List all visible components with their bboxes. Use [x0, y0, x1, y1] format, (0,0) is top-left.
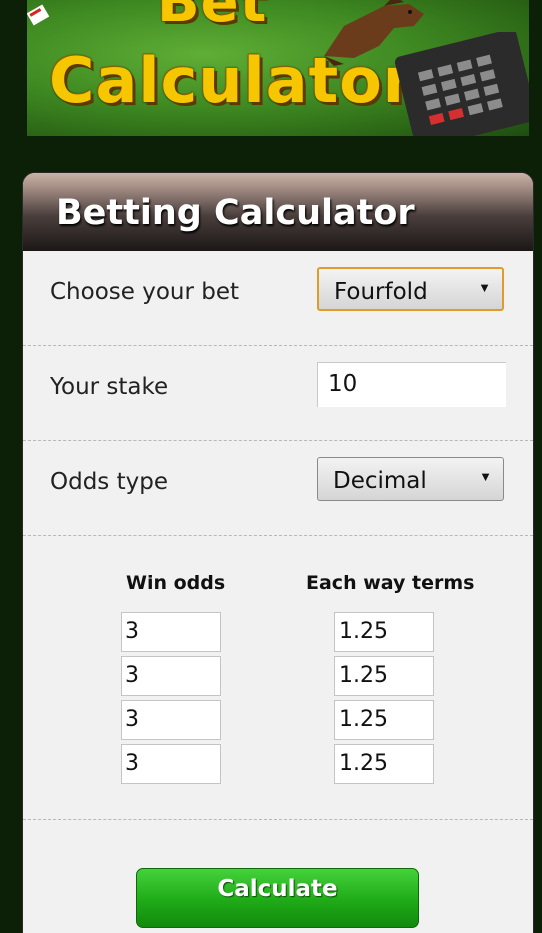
panel-header: Betting Calculator: [23, 173, 533, 251]
win-odds-input-3[interactable]: 3: [121, 700, 221, 740]
win-odds-input-4[interactable]: 3: [121, 744, 221, 784]
selections-section: Win odds Each way terms 3 1.25 3 1.25 3 …: [23, 536, 533, 820]
bet-type-select[interactable]: Fourfold ▼: [317, 267, 504, 311]
each-way-input-2[interactable]: 1.25: [334, 656, 434, 696]
odds-type-value: Decimal: [333, 468, 427, 494]
stake-label: Your stake: [50, 374, 169, 400]
each-way-input-1[interactable]: 1.25: [334, 612, 434, 652]
each-way-input-3[interactable]: 1.25: [334, 700, 434, 740]
betting-calculator-panel: Betting Calculator Choose your bet Fourf…: [23, 173, 533, 933]
win-odds-input-2[interactable]: 3: [121, 656, 221, 696]
bet-type-value: Fourfold: [334, 279, 428, 305]
win-odds-header: Win odds: [126, 572, 226, 594]
playing-card-icon: [27, 4, 50, 26]
odds-type-row: Odds type Decimal ▼: [23, 441, 533, 536]
panel-title: Betting Calculator: [56, 193, 415, 233]
dropdown-arrow-icon: ▼: [478, 280, 491, 295]
odds-type-select[interactable]: Decimal ▼: [317, 457, 504, 501]
win-odds-input-1[interactable]: 3: [121, 612, 221, 652]
bet-type-label: Choose your bet: [50, 279, 240, 305]
odds-type-label: Odds type: [50, 469, 168, 495]
bet-type-row: Choose your bet Fourfold ▼: [23, 251, 533, 346]
calculate-button[interactable]: Calculate: [136, 868, 419, 928]
each-way-terms-header: Each way terms: [306, 572, 475, 594]
banner-logo: Bet Calculator: [27, 0, 529, 136]
each-way-input-4[interactable]: 1.25: [334, 744, 434, 784]
stake-input[interactable]: 10: [317, 362, 506, 407]
calculator-icon: [394, 32, 529, 136]
dropdown-arrow-icon: ▼: [479, 469, 492, 484]
stake-row: Your stake 10: [23, 346, 533, 441]
